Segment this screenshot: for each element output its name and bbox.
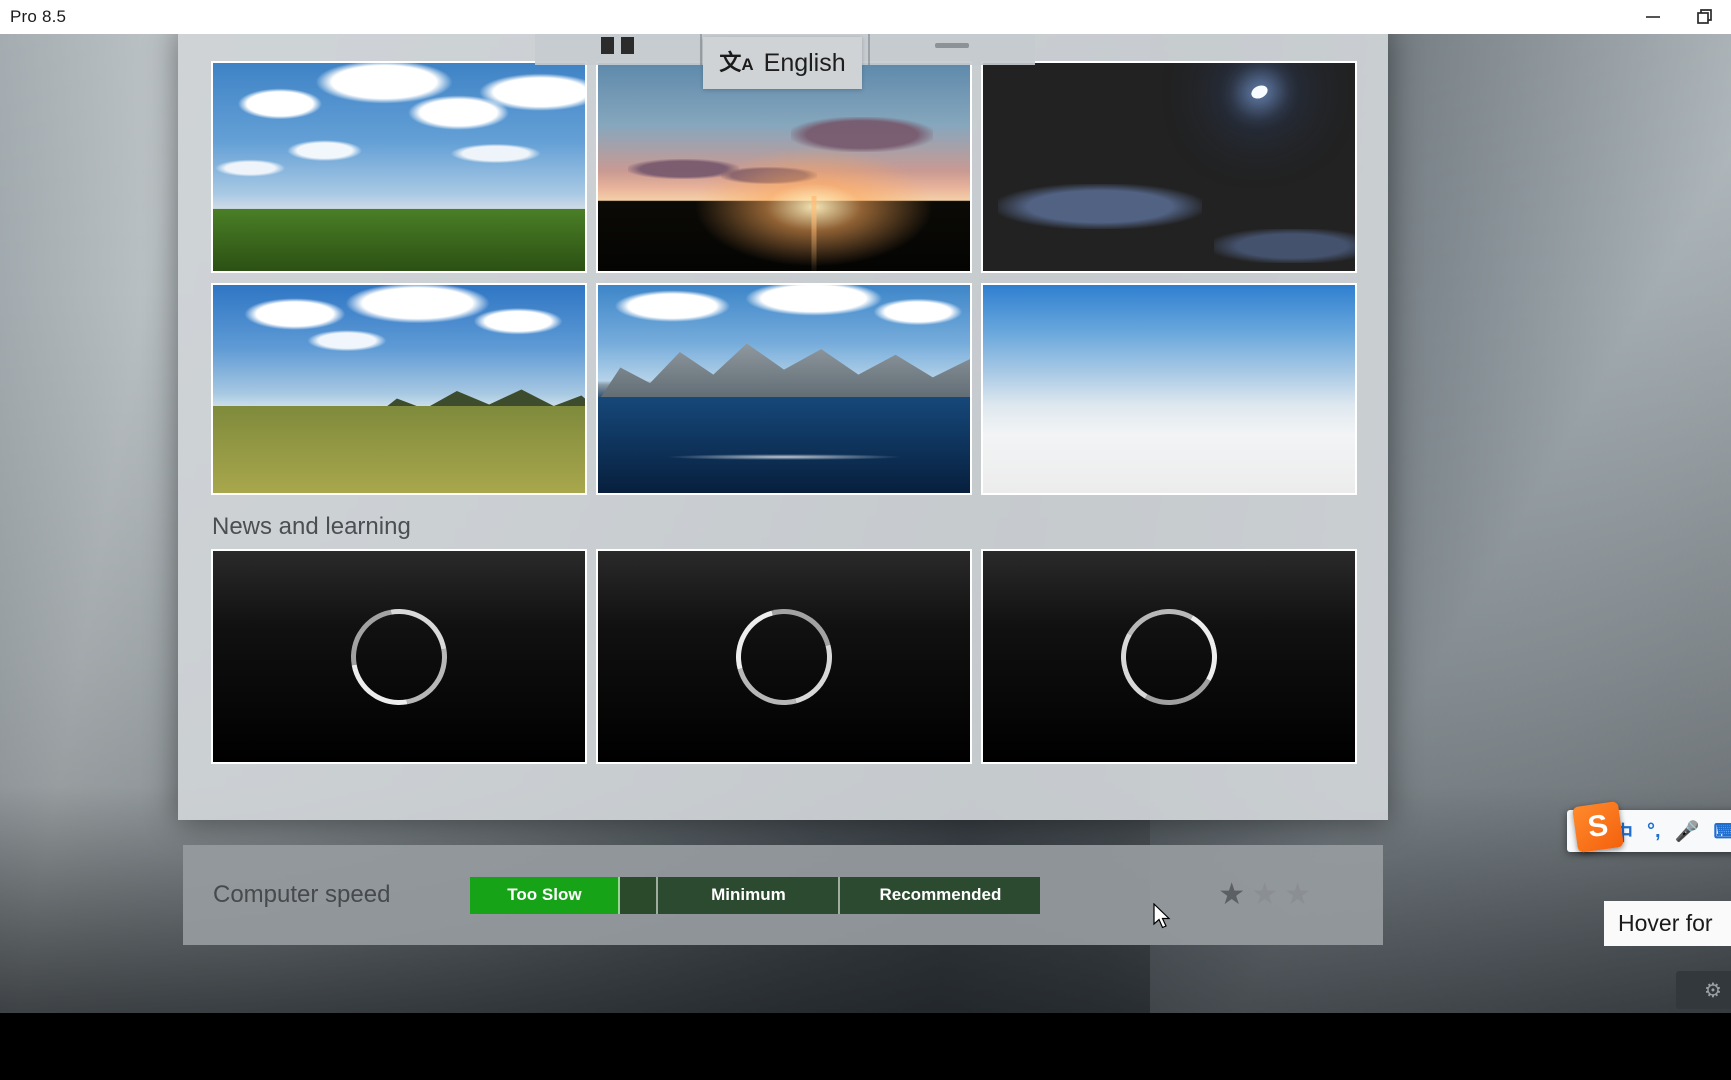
ime-keyboard-icon[interactable]: ⌨	[1713, 819, 1731, 844]
restore-icon	[1697, 9, 1712, 24]
minimize-icon	[1646, 16, 1660, 18]
water-wake	[664, 453, 904, 460]
screen-root: 文A English News and learning Computer sp…	[0, 0, 1731, 1080]
speed-segment-gap	[620, 876, 659, 914]
news-card-3[interactable]	[981, 549, 1357, 764]
pause-icon	[621, 36, 635, 54]
thumbnail-plain-sky[interactable]	[981, 283, 1357, 495]
cloud-layer	[1213, 229, 1355, 263]
star-icon: ★	[1284, 878, 1311, 911]
computer-speed-meter: Too Slow Minimum Recommended	[470, 876, 1041, 914]
computer-speed-label: Computer speed	[213, 881, 391, 908]
pause-icon	[601, 36, 615, 54]
toolbar-pause-button[interactable]	[535, 36, 700, 54]
minimize-button[interactable]	[1627, 0, 1679, 34]
window-titlebar: Pro 8.5	[0, 0, 1731, 34]
cloud-layer	[213, 285, 585, 406]
scene-thumbnail-grid	[211, 61, 1357, 495]
news-section-title: News and learning	[212, 513, 411, 540]
cloud-layer	[213, 63, 585, 209]
cloud-layer	[997, 183, 1203, 230]
toolbar-collapse-button[interactable]	[870, 42, 1035, 48]
thumbnail-day-field[interactable]	[211, 61, 587, 273]
ime-punctuation[interactable]: °,	[1647, 820, 1661, 843]
field-layer	[213, 405, 585, 493]
hover-tooltip: Hover for	[1604, 901, 1731, 946]
star-icon: ★	[1251, 878, 1279, 911]
sun-ray	[811, 196, 817, 271]
speed-segment-recommended[interactable]: Recommended	[840, 876, 1041, 914]
grass-layer	[213, 208, 585, 271]
restore-button[interactable]	[1679, 0, 1731, 34]
sogou-logo-icon[interactable]: S	[1572, 801, 1624, 853]
thumbnail-night[interactable]	[981, 61, 1357, 273]
main-panel: News and learning	[178, 25, 1388, 820]
news-card-1[interactable]	[211, 549, 587, 764]
app-title: Pro 8.5	[10, 7, 67, 26]
language-selector[interactable]: 文A English	[703, 37, 862, 89]
bottom-black-bar	[0, 1013, 1731, 1080]
loading-spinner-icon	[332, 589, 466, 724]
speed-segment-too-slow[interactable]: Too Slow	[470, 876, 621, 914]
mouse-cursor	[1153, 903, 1171, 929]
settings-gear-button[interactable]: ⚙	[1676, 971, 1731, 1009]
performance-rating: ★ ★ ★	[1218, 880, 1311, 910]
collapse-icon	[935, 42, 970, 48]
news-card-grid	[211, 549, 1357, 764]
news-card-2[interactable]	[596, 549, 972, 764]
language-label: English	[763, 48, 846, 77]
status-bar: Computer speed Too Slow Minimum Recommen…	[183, 845, 1383, 945]
moon-icon	[1249, 82, 1270, 101]
thumbnail-hills[interactable]	[211, 283, 587, 495]
translate-icon: 文A	[719, 50, 754, 75]
water-layer	[598, 397, 970, 493]
loading-spinner-icon	[1110, 597, 1228, 716]
thumbnail-sunset[interactable]	[596, 61, 972, 273]
loading-spinner-icon	[718, 590, 850, 723]
star-icon: ★	[1218, 878, 1246, 911]
speed-segment-minimum[interactable]: Minimum	[658, 876, 841, 914]
thumbnail-mountain-lake[interactable]	[596, 283, 972, 495]
ime-voice-icon[interactable]: 🎤	[1675, 819, 1700, 844]
